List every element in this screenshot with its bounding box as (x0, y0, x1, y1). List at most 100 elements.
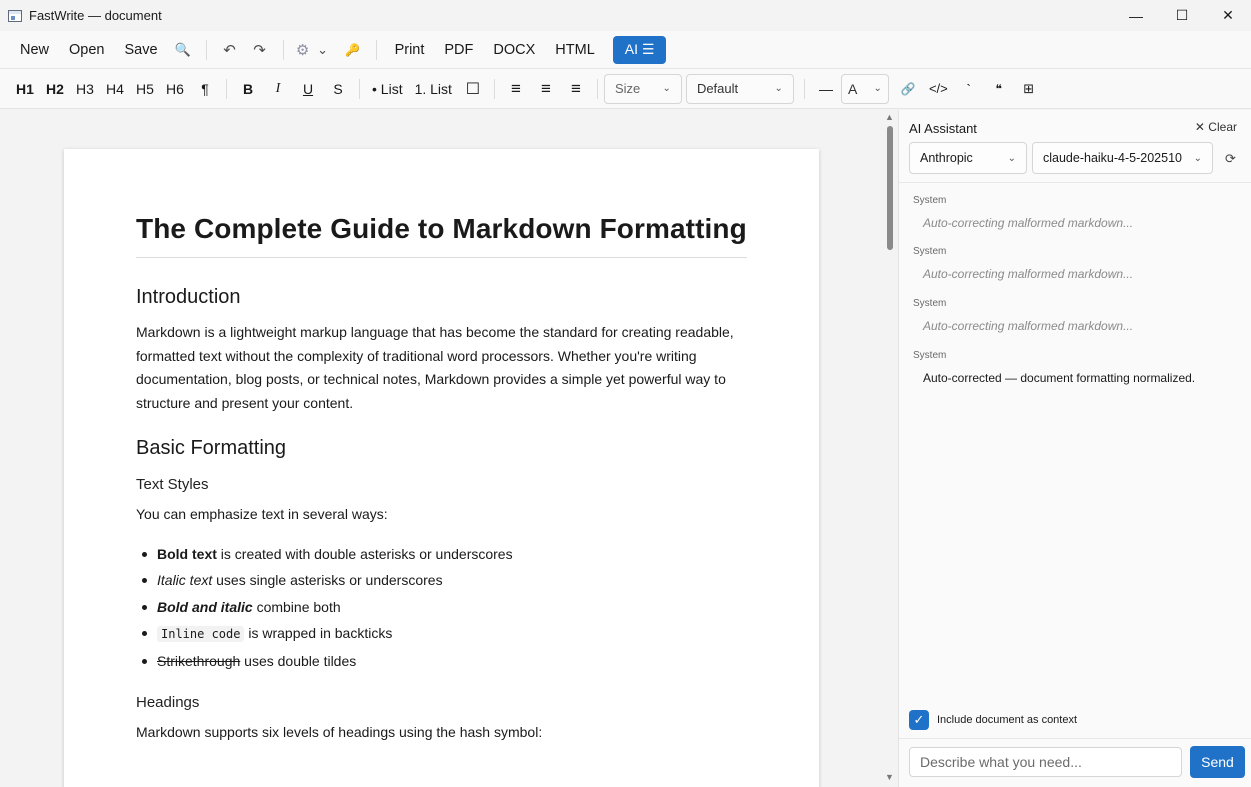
ai-toggle-button[interactable]: AI ☰ (612, 35, 667, 64)
new-button[interactable]: New (10, 36, 59, 64)
heading2-button[interactable]: H2 (40, 75, 70, 103)
toolbar-divider (803, 78, 805, 99)
underline-button[interactable]: U (293, 75, 323, 103)
bold-italic-term: Bold and italic (157, 598, 253, 615)
subsection-heading: Headings (136, 694, 200, 712)
heading5-button[interactable]: H5 (130, 75, 160, 103)
quote-icon[interactable]: ❝ (984, 75, 1014, 103)
prompt-input[interactable] (909, 747, 1182, 777)
text-color-select[interactable]: A ⌄ (840, 73, 889, 104)
font-size-value: Size (614, 81, 641, 96)
undo-icon[interactable]: ↶ (215, 36, 245, 64)
font-family-value: Default (696, 81, 739, 96)
checkbox-icon[interactable]: ☐ (458, 75, 488, 103)
strikethrough-button[interactable]: S (323, 75, 353, 103)
window-controls: — ☐ ✕ (1113, 0, 1251, 31)
chevron-down-icon: ⌄ (774, 83, 783, 94)
key-icon[interactable]: 🔑 (338, 36, 368, 64)
save-button[interactable]: Save (115, 36, 168, 64)
refresh-icon[interactable]: ⟳ (1225, 151, 1236, 167)
divider (899, 738, 1251, 739)
font-size-select[interactable]: Size ⌄ (603, 73, 682, 104)
minimize-button[interactable]: — (1113, 0, 1159, 31)
heading6-button[interactable]: H6 (160, 75, 190, 103)
model-select[interactable]: claude-haiku-4-5-202510 ⌄ (1032, 142, 1213, 174)
clear-button[interactable]: ✕ Clear (1195, 120, 1237, 134)
toolbar-divider (359, 78, 360, 99)
message-role: System (913, 350, 947, 361)
toolbar-divider (226, 78, 227, 99)
align-right-icon[interactable]: ≡ (561, 75, 591, 103)
format-toolbar: H1 H2 H3 H4 H5 H6 ¶ B I U S • List 1. Li… (0, 69, 1251, 109)
bullet-list: Bold text is created with double asteris… (136, 541, 747, 675)
editor-scrollbar[interactable]: ▲ ▼ (882, 110, 898, 787)
include-context-checkbox[interactable]: ✓ (909, 710, 929, 730)
toolbar-divider (282, 39, 284, 60)
heading4-button[interactable]: H4 (100, 75, 130, 103)
list-item-text: is created with double asterisks or unde… (216, 545, 513, 562)
message-role: System (913, 298, 947, 309)
toolbar-divider (205, 39, 207, 60)
bold-button[interactable]: B (233, 75, 263, 103)
redo-icon[interactable]: ↷ (245, 36, 275, 64)
table-icon[interactable]: ⊞ (1014, 75, 1044, 103)
horizontal-rule-icon[interactable]: — (811, 75, 841, 103)
message-text: Auto-correcting malformed markdown... (923, 319, 1134, 333)
export-pdf-button[interactable]: PDF (434, 36, 483, 64)
chevron-down-icon: ⌄ (1193, 152, 1202, 164)
heading1-button[interactable]: H1 (10, 75, 40, 103)
chevron-down-icon: ⌄ (662, 83, 671, 94)
paragraph: Markdown is a lightweight markup languag… (136, 324, 734, 411)
chevron-down-icon: ⌄ (1007, 152, 1016, 164)
italic-button[interactable]: I (263, 75, 293, 103)
scroll-down-icon[interactable]: ▼ (885, 772, 894, 782)
font-family-select[interactable]: Default ⌄ (685, 73, 794, 104)
align-center-icon[interactable]: ≡ (531, 75, 561, 103)
text-color-icon: A (847, 80, 858, 97)
link-icon[interactable]: 🔗 (893, 75, 923, 103)
export-html-button[interactable]: HTML (545, 36, 604, 64)
export-docx-button[interactable]: DOCX (483, 36, 545, 64)
italic-term: Italic text (157, 572, 213, 589)
section-heading: Introduction (136, 286, 241, 308)
paragraph: You can emphasize text in several ways: (136, 506, 388, 523)
editor-area: The Complete Guide to Markdown Formattin… (0, 110, 882, 787)
paragraph-button[interactable]: ¶ (190, 75, 220, 103)
include-context-row[interactable]: ✓ Include document as context (909, 710, 1077, 730)
open-button[interactable]: Open (59, 36, 114, 64)
provider-select[interactable]: Anthropic ⌄ (909, 142, 1027, 174)
document-page[interactable]: The Complete Guide to Markdown Formattin… (64, 149, 819, 787)
maximize-button[interactable]: ☐ (1159, 0, 1205, 31)
send-button[interactable]: Send (1190, 746, 1245, 778)
divider (899, 182, 1251, 183)
bold-term: Bold text (157, 545, 217, 562)
bullet-list-button[interactable]: • List (366, 75, 409, 103)
inline-code-icon[interactable]: ` (954, 75, 984, 103)
close-button[interactable]: ✕ (1205, 0, 1251, 31)
section-heading: Basic Formatting (136, 437, 287, 460)
paragraph: Markdown supports six levels of headings… (136, 724, 543, 741)
list-item: Italic text uses single asterisks or und… (136, 567, 747, 594)
subsection-heading: Text Styles (136, 476, 209, 494)
model-value: claude-haiku-4-5-202510 (1043, 151, 1182, 165)
include-context-label: Include document as context (937, 714, 1078, 726)
message-text: Auto-correcting malformed markdown... (923, 216, 1134, 230)
chevron-down-icon[interactable]: ⌄ (314, 36, 332, 64)
numbered-list-button[interactable]: 1. List (409, 75, 458, 103)
panel-title: AI Assistant (909, 121, 977, 136)
search-icon[interactable]: 🔍 (168, 36, 198, 64)
print-button[interactable]: Print (385, 36, 435, 64)
provider-value: Anthropic (920, 151, 973, 165)
code-block-icon[interactable]: </> (923, 75, 954, 103)
message-text: Auto-correcting malformed markdown... (923, 267, 1134, 281)
list-item: Bold text is created with double asteris… (136, 541, 747, 568)
scroll-up-icon[interactable]: ▲ (885, 112, 894, 122)
scrollbar-thumb[interactable] (887, 126, 893, 250)
settings-icon[interactable]: ⚙ (292, 36, 314, 64)
window-title: FastWrite — document (29, 8, 162, 23)
message-role: System (913, 195, 947, 206)
title-bar: FastWrite — document — ☐ ✕ (0, 0, 1251, 31)
heading3-button[interactable]: H3 (70, 75, 100, 103)
align-left-icon[interactable]: ≡ (501, 75, 531, 103)
list-item-text: combine both (252, 598, 341, 615)
